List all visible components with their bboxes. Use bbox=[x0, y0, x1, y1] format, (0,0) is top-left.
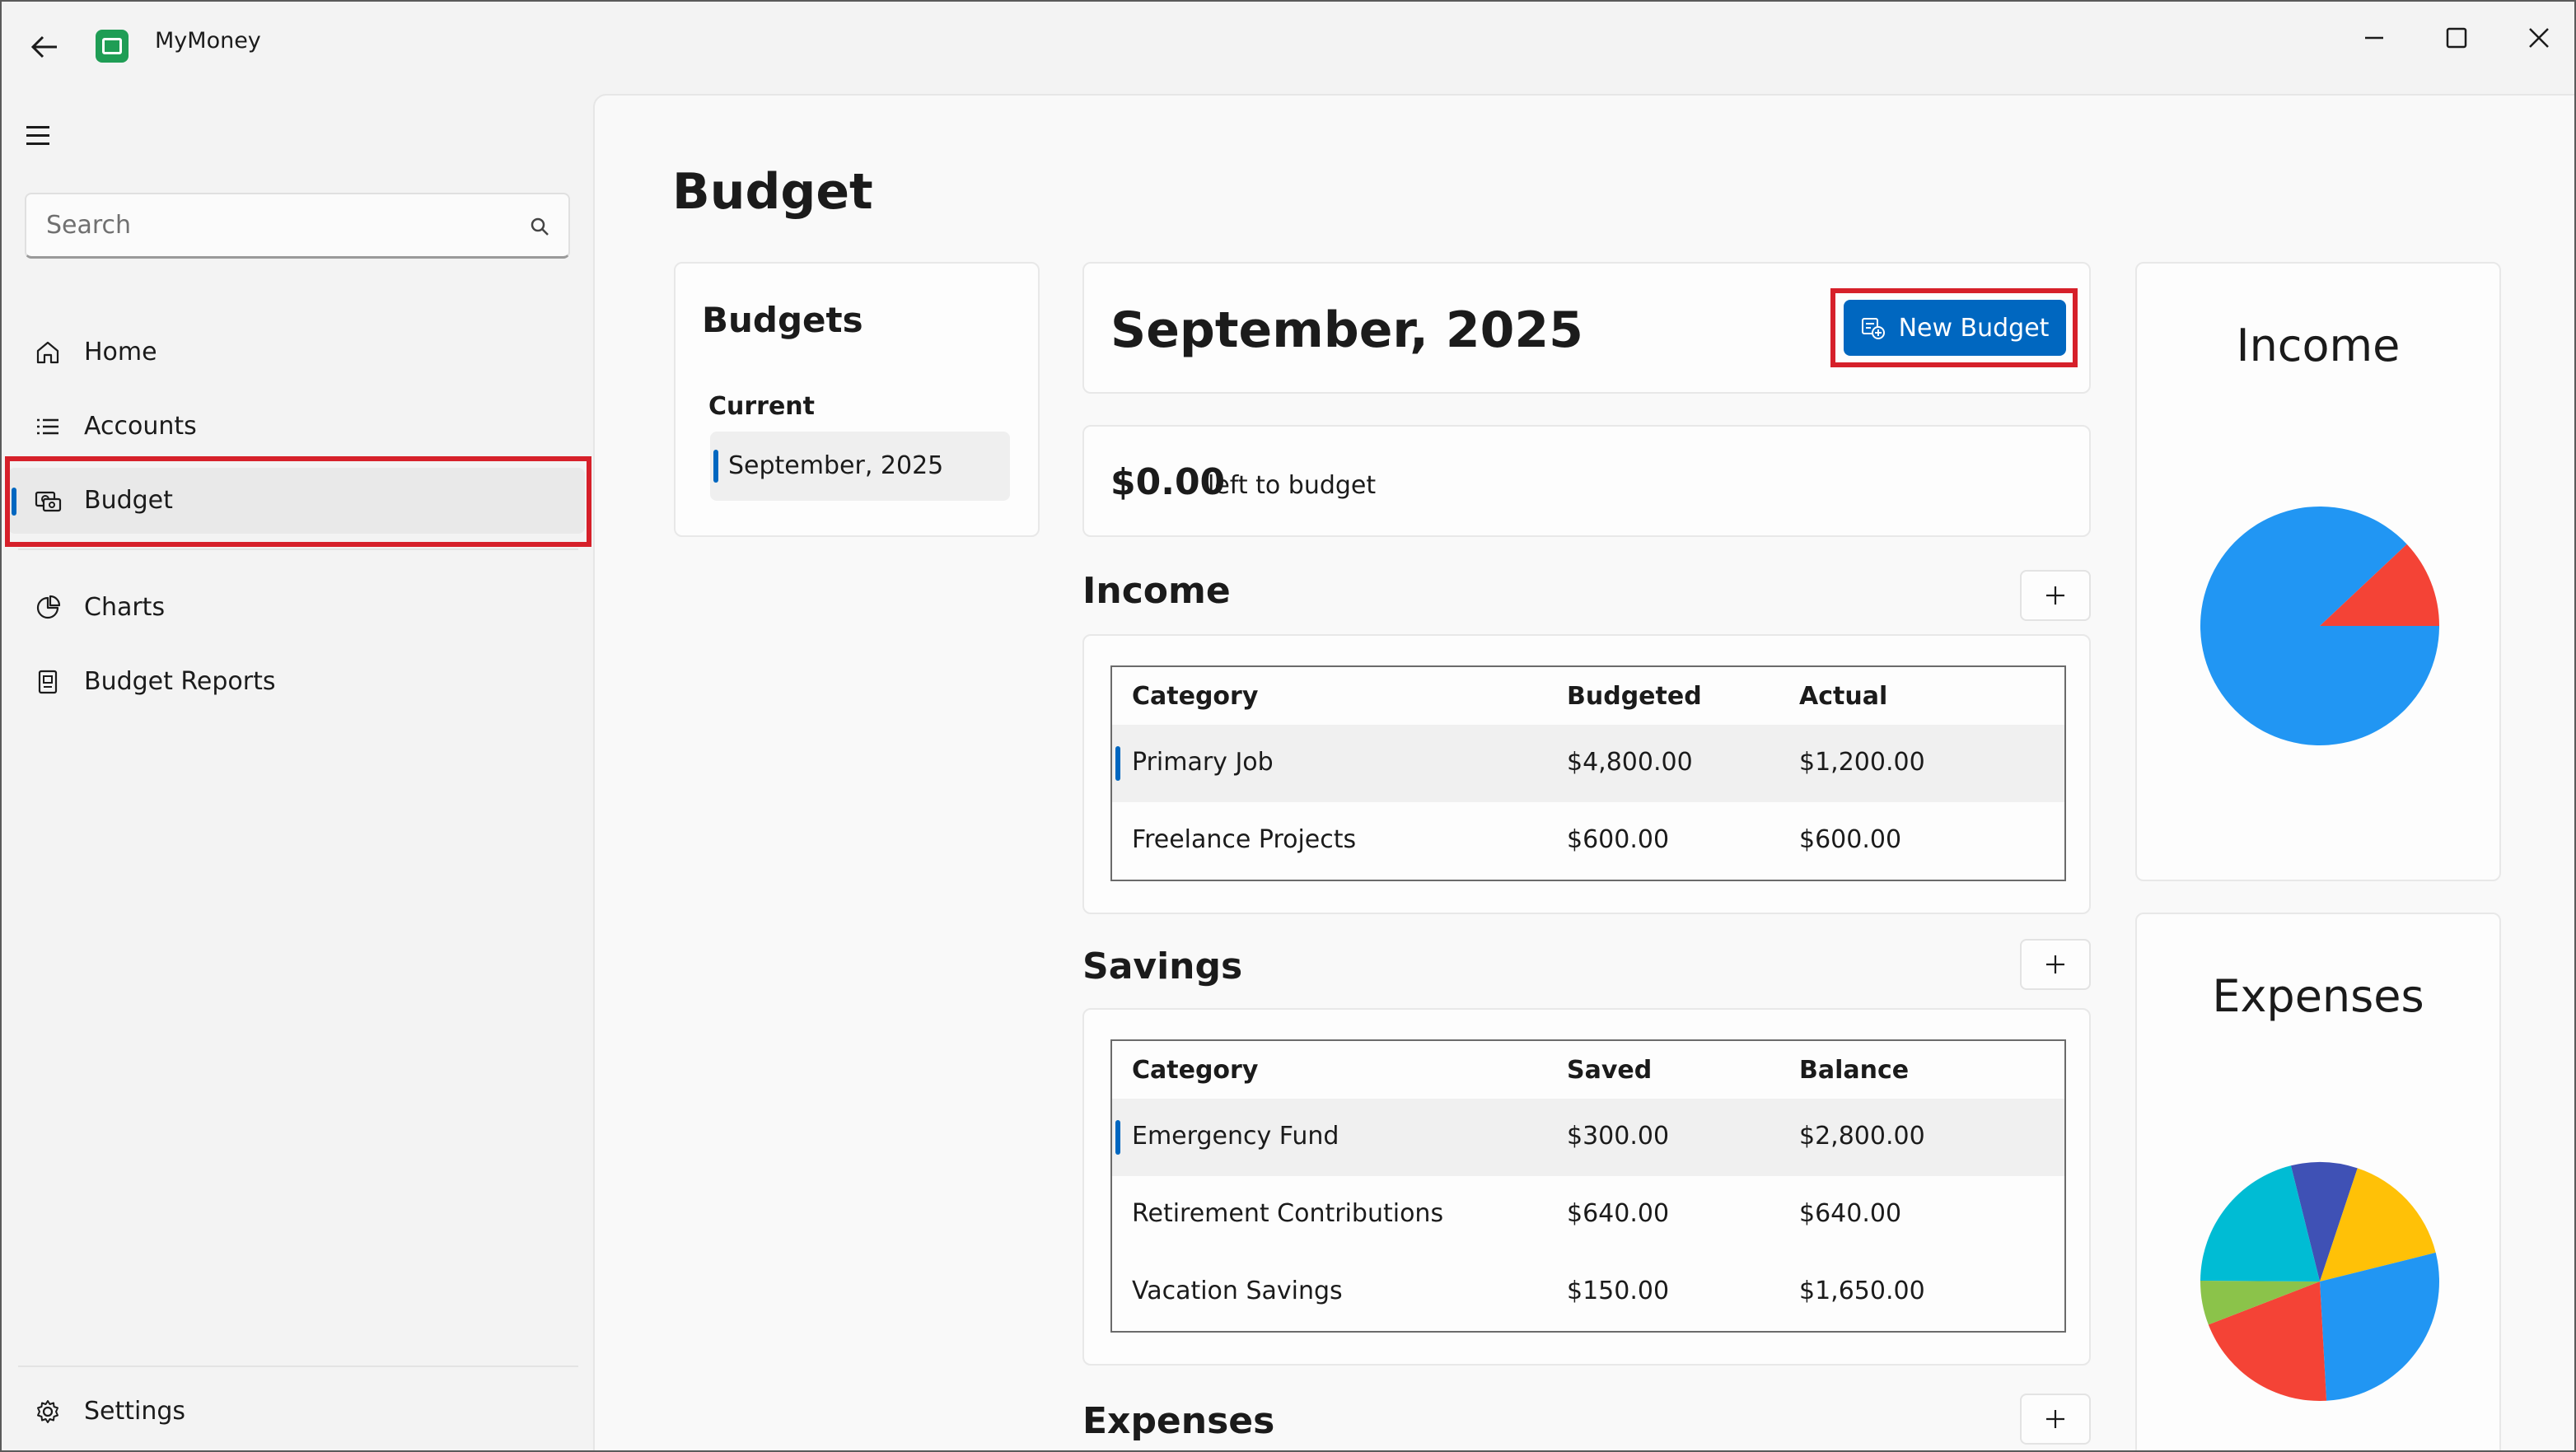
minimize-icon bbox=[2365, 36, 2383, 40]
sidebar-item-budget-reports[interactable]: Budget Reports bbox=[8, 649, 585, 715]
app-title: MyMoney bbox=[155, 28, 261, 54]
sidebar-item-label: Charts bbox=[84, 593, 166, 622]
back-button[interactable] bbox=[21, 26, 68, 68]
cell-budgeted: $4,800.00 bbox=[1567, 748, 1693, 777]
add-savings-button[interactable] bbox=[2020, 939, 2091, 990]
pie-chart-icon bbox=[33, 593, 63, 623]
maximize-button[interactable] bbox=[2424, 13, 2490, 63]
table-row[interactable]: Freelance Projects $600.00 $600.00 bbox=[1112, 802, 2064, 880]
cell-saved: $300.00 bbox=[1567, 1122, 1670, 1151]
close-icon bbox=[2529, 28, 2549, 48]
income-section-title: Income bbox=[1082, 570, 1231, 612]
budget-list-item-label: September, 2025 bbox=[728, 451, 944, 480]
sidebar-item-label: Accounts bbox=[84, 412, 197, 441]
income-card: Category Budgeted Actual Primary Job $4,… bbox=[1082, 634, 2091, 914]
maximize-icon bbox=[2446, 27, 2467, 49]
search-box bbox=[25, 193, 570, 259]
expenses-chart-title: Expenses bbox=[2212, 970, 2424, 1022]
sidebar-item-settings[interactable]: Settings bbox=[8, 1379, 585, 1445]
budget-list-item[interactable]: September, 2025 bbox=[710, 432, 1010, 501]
savings-table: Category Saved Balance Emergency Fund $3… bbox=[1110, 1039, 2066, 1333]
page-title: Budget bbox=[672, 163, 873, 221]
plus-icon bbox=[2046, 586, 2064, 605]
cell-category: Vacation Savings bbox=[1132, 1277, 1343, 1305]
left-to-budget-label: left to budget bbox=[1208, 471, 1377, 500]
divider bbox=[18, 1366, 578, 1367]
column-header: Budgeted bbox=[1567, 682, 1702, 711]
cell-category: Retirement Contributions bbox=[1132, 1199, 1444, 1228]
app-logo-icon bbox=[96, 30, 129, 63]
cell-category: Primary Job bbox=[1132, 748, 1274, 777]
add-income-button[interactable] bbox=[2020, 570, 2091, 621]
gear-icon bbox=[33, 1397, 63, 1426]
sidebar: Home Accounts Budget Charts bbox=[2, 87, 591, 1450]
selection-indicator bbox=[1115, 746, 1120, 781]
highlight-annotation bbox=[1830, 288, 2078, 367]
sidebar-item-label: Home bbox=[84, 338, 157, 367]
expenses-pie-chart bbox=[2200, 1162, 2439, 1401]
plus-icon bbox=[2046, 1410, 2064, 1428]
report-icon bbox=[33, 667, 63, 697]
back-arrow-icon bbox=[30, 35, 57, 58]
savings-section-title: Savings bbox=[1082, 945, 1243, 987]
savings-card: Category Saved Balance Emergency Fund $3… bbox=[1082, 1008, 2091, 1366]
column-header: Category bbox=[1132, 682, 1259, 711]
plus-icon bbox=[2046, 955, 2064, 973]
column-header: Actual bbox=[1799, 682, 1888, 711]
income-pie-chart bbox=[2200, 506, 2439, 745]
budgets-title: Budgets bbox=[702, 300, 863, 340]
cell-saved: $640.00 bbox=[1567, 1199, 1670, 1228]
selection-indicator bbox=[1115, 1120, 1120, 1155]
cell-balance: $640.00 bbox=[1799, 1199, 1902, 1228]
list-icon bbox=[33, 412, 63, 441]
search-icon[interactable] bbox=[529, 216, 550, 237]
cell-budgeted: $600.00 bbox=[1567, 825, 1670, 854]
cell-saved: $150.00 bbox=[1567, 1277, 1670, 1305]
cell-balance: $1,650.00 bbox=[1799, 1277, 1925, 1305]
main-content: Budget Budgets Current September, 2025 S… bbox=[593, 94, 2574, 1450]
cell-actual: $600.00 bbox=[1799, 825, 1902, 854]
income-chart-card: Income bbox=[2135, 262, 2501, 881]
column-header: Saved bbox=[1567, 1056, 1653, 1085]
sidebar-item-charts[interactable]: Charts bbox=[8, 575, 585, 641]
sidebar-item-label: Settings bbox=[84, 1397, 186, 1426]
table-row[interactable]: Retirement Contributions $640.00 $640.00 bbox=[1112, 1176, 2064, 1254]
app-window: MyMoney Home bbox=[0, 0, 2576, 1452]
table-row[interactable]: Vacation Savings $150.00 $1,650.00 bbox=[1112, 1254, 2064, 1331]
search-input[interactable] bbox=[26, 194, 568, 256]
budgets-card: Budgets Current September, 2025 bbox=[674, 262, 1040, 537]
highlight-annotation bbox=[5, 456, 591, 547]
cell-category: Emergency Fund bbox=[1132, 1122, 1339, 1151]
cell-balance: $2,800.00 bbox=[1799, 1122, 1925, 1151]
table-row[interactable]: Emergency Fund $300.00 $2,800.00 bbox=[1112, 1099, 2064, 1176]
selection-indicator bbox=[713, 450, 718, 483]
income-chart-title: Income bbox=[2236, 320, 2401, 371]
table-row[interactable]: Primary Job $4,800.00 $1,200.00 bbox=[1112, 725, 2064, 802]
close-button[interactable] bbox=[2506, 13, 2572, 63]
sidebar-item-home[interactable]: Home bbox=[8, 320, 585, 385]
sidebar-item-label: Budget Reports bbox=[84, 667, 276, 696]
expenses-section-title: Expenses bbox=[1082, 1400, 1275, 1442]
table-header: Category Saved Balance bbox=[1112, 1041, 2064, 1099]
current-group-label: Current bbox=[708, 392, 816, 421]
month-title: September, 2025 bbox=[1110, 301, 1583, 359]
divider bbox=[18, 549, 578, 550]
add-expense-button[interactable] bbox=[2020, 1394, 2091, 1445]
expenses-chart-card: Expenses bbox=[2135, 913, 2501, 1450]
title-bar: MyMoney bbox=[2, 2, 2574, 87]
sidebar-item-accounts[interactable]: Accounts bbox=[8, 394, 585, 460]
left-to-budget-card: $0.00 left to budget bbox=[1082, 425, 2091, 537]
cell-category: Freelance Projects bbox=[1132, 825, 1357, 854]
home-icon bbox=[33, 338, 63, 367]
table-header: Category Budgeted Actual bbox=[1112, 667, 2064, 725]
month-header-card: September, 2025 New Budget bbox=[1082, 262, 2091, 394]
cell-actual: $1,200.00 bbox=[1799, 748, 1925, 777]
column-header: Category bbox=[1132, 1056, 1259, 1085]
hamburger-menu-icon[interactable] bbox=[26, 117, 63, 153]
income-table: Category Budgeted Actual Primary Job $4,… bbox=[1110, 665, 2066, 881]
column-header: Balance bbox=[1799, 1056, 1910, 1085]
minimize-button[interactable] bbox=[2341, 13, 2407, 63]
